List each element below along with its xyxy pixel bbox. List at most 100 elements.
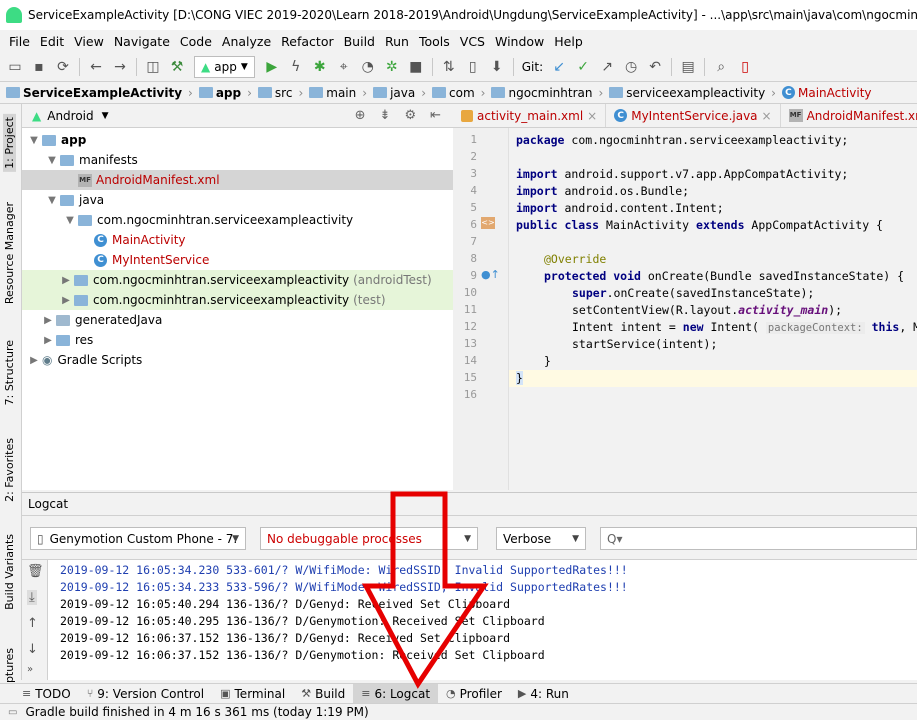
menu-code[interactable]: Code <box>175 34 217 49</box>
search-icon[interactable]: ⌕ <box>710 56 732 78</box>
breadcrumb-project[interactable]: ServiceExampleActivity <box>6 86 188 100</box>
breadcrumb-app[interactable]: app <box>198 86 247 100</box>
menu-run[interactable]: Run <box>380 34 414 49</box>
tool-tab-resource-manager[interactable]: Resource Manager <box>3 202 16 304</box>
up-arrow-icon[interactable]: ↑ <box>27 616 38 631</box>
expand-arrow-icon[interactable]: ▼ <box>44 195 60 206</box>
menu-window[interactable]: Window <box>490 34 549 49</box>
breadcrumb-ngocminhtran[interactable]: ngocminhtran <box>491 86 598 100</box>
sdk-manager-icon[interactable]: ⬇ <box>486 56 508 78</box>
hide-panel-icon[interactable]: ⇤ <box>430 108 441 123</box>
more-icon[interactable]: » <box>27 664 33 675</box>
profile-icon[interactable]: ◔ <box>357 56 379 78</box>
device-selector[interactable]: ▯ Genymotion Custom Phone - 7. ▼ <box>30 527 246 550</box>
git-revert-icon[interactable]: ↶ <box>644 56 666 78</box>
close-icon[interactable]: × <box>587 109 597 123</box>
tool-tab-build[interactable]: ⚒ Build <box>293 684 353 704</box>
sync-gradle-icon[interactable]: ⇅ <box>438 56 460 78</box>
expand-arrow-icon[interactable]: ▼ <box>62 215 78 226</box>
tool-tab-build-variants[interactable]: Build Variants <box>3 534 16 610</box>
expand-arrow-icon[interactable]: ▼ <box>26 135 42 146</box>
avd-manager-icon[interactable]: ▯ <box>462 56 484 78</box>
collapsed-arrow-icon[interactable]: ▶ <box>40 335 56 346</box>
gear-icon[interactable]: ⚙ <box>404 108 416 123</box>
close-icon[interactable]: × <box>762 109 772 123</box>
breadcrumb-src[interactable]: src <box>257 86 299 100</box>
tool-tab-run[interactable]: ▶ 4: Run <box>510 684 577 704</box>
debug-bug-icon[interactable]: ✱ <box>309 56 331 78</box>
select-target-icon[interactable]: ◫ <box>142 56 164 78</box>
open-folder-icon[interactable]: ▭ <box>4 56 26 78</box>
apply-changes-icon[interactable]: ϟ <box>285 56 307 78</box>
tool-tab-terminal[interactable]: ▣ Terminal <box>212 684 293 704</box>
git-commit-check-icon[interactable]: ✓ <box>572 56 594 78</box>
stop-icon[interactable]: ■ <box>405 56 427 78</box>
menu-refactor[interactable]: Refactor <box>276 34 338 49</box>
menu-file[interactable]: File <box>4 34 35 49</box>
git-push-icon[interactable]: ↗ <box>596 56 618 78</box>
breadcrumb-com[interactable]: com <box>432 86 481 100</box>
tree-node-android-manifest[interactable]: MF AndroidManifest.xml <box>22 170 453 190</box>
collapsed-arrow-icon[interactable]: ▶ <box>40 315 56 326</box>
git-update-icon[interactable]: ↙ <box>548 56 570 78</box>
override-gutter-icon[interactable]: ●↑ <box>481 268 500 281</box>
tab-my-intent-service[interactable]: C MyIntentService.java × <box>606 104 781 127</box>
project-structure-icon[interactable]: ▤ <box>677 56 699 78</box>
tree-node-my-intent-service[interactable]: C MyIntentService <box>22 250 453 270</box>
git-history-icon[interactable]: ◷ <box>620 56 642 78</box>
save-all-icon[interactable]: ▪ <box>28 56 50 78</box>
event-icon[interactable]: ▭ <box>8 707 17 718</box>
expand-arrow-icon[interactable]: ▼ <box>44 155 60 166</box>
menu-vcs[interactable]: VCS <box>455 34 490 49</box>
tool-tab-structure[interactable]: 7: Structure <box>3 340 16 405</box>
menu-tools[interactable]: Tools <box>414 34 455 49</box>
attach-debugger-icon[interactable]: ⌖ <box>333 56 355 78</box>
tree-node-gradle-scripts[interactable]: ▶ ◉ Gradle Scripts <box>22 350 453 370</box>
log-level-selector[interactable]: Verbose ▼ <box>496 527 586 550</box>
menu-navigate[interactable]: Navigate <box>109 34 175 49</box>
tab-activity-main-xml[interactable]: activity_main.xml × <box>453 104 607 127</box>
tree-node-package-test[interactable]: ▶ com.ngocminhtran.serviceexampleactivity… <box>22 290 453 310</box>
collapse-all-icon[interactable]: ⇟ <box>380 108 391 123</box>
activity-gutter-icon[interactable]: <> <box>481 217 495 229</box>
collapsed-arrow-icon[interactable]: ▶ <box>58 295 74 306</box>
tree-node-manifests[interactable]: ▼ manifests <box>22 150 453 170</box>
debug-attach-icon[interactable]: ✲ <box>381 56 403 78</box>
trash-icon[interactable]: 🗑 <box>27 564 44 579</box>
tree-node-res[interactable]: ▶ res <box>22 330 453 350</box>
tool-tab-todo[interactable]: ≡ TODO <box>14 684 79 704</box>
make-project-hammer-icon[interactable]: ⚒ <box>166 56 188 78</box>
run-play-icon[interactable]: ▶ <box>261 56 283 78</box>
run-configuration-dropdown[interactable]: ▲ app ▼ <box>194 55 255 78</box>
chevron-down-icon[interactable]: ▼ <box>102 111 109 121</box>
scroll-to-end-icon[interactable]: ⤓ <box>27 590 37 605</box>
tree-node-java[interactable]: ▼ java <box>22 190 453 210</box>
tool-tab-captures[interactable]: ptures <box>3 648 16 683</box>
breadcrumb-main[interactable]: main <box>309 86 362 100</box>
device-warning-icon[interactable]: ▯ <box>734 56 756 78</box>
menu-build[interactable]: Build <box>339 34 380 49</box>
menu-help[interactable]: Help <box>549 34 588 49</box>
back-arrow-icon[interactable]: ← <box>85 56 107 78</box>
tree-node-package-android-test[interactable]: ▶ com.ngocminhtran.serviceexampleactivity… <box>22 270 453 290</box>
locate-target-icon[interactable]: ⊕ <box>355 108 366 123</box>
collapsed-arrow-icon[interactable]: ▶ <box>26 355 42 366</box>
sync-icon[interactable]: ⟳ <box>52 56 74 78</box>
logcat-search-input[interactable]: Q▾ <box>600 527 917 550</box>
tool-tab-project[interactable]: 1: Project <box>3 114 16 172</box>
tree-node-package[interactable]: ▼ com.ngocminhtran.serviceexampleactivity <box>22 210 453 230</box>
tree-node-generated-java[interactable]: ▶ generatedJava <box>22 310 453 330</box>
down-arrow-icon[interactable]: ↓ <box>27 642 38 657</box>
menu-edit[interactable]: Edit <box>35 34 69 49</box>
collapsed-arrow-icon[interactable]: ▶ <box>58 275 74 286</box>
tree-node-app[interactable]: ▼ app <box>22 130 453 150</box>
menu-view[interactable]: View <box>69 34 109 49</box>
forward-arrow-icon[interactable]: → <box>109 56 131 78</box>
breadcrumb-java[interactable]: java <box>373 86 421 100</box>
breadcrumb-class[interactable]: C MainActivity <box>781 86 878 100</box>
tab-android-manifest[interactable]: MFAndroidManifest.xml <box>781 104 917 127</box>
breadcrumb-package[interactable]: serviceexampleactivity <box>609 86 771 100</box>
code-editor[interactable]: package com.ngocminhtran.serviceexamplea… <box>509 128 917 490</box>
tool-tab-favorites[interactable]: 2: Favorites <box>3 438 16 502</box>
menu-analyze[interactable]: Analyze <box>217 34 276 49</box>
